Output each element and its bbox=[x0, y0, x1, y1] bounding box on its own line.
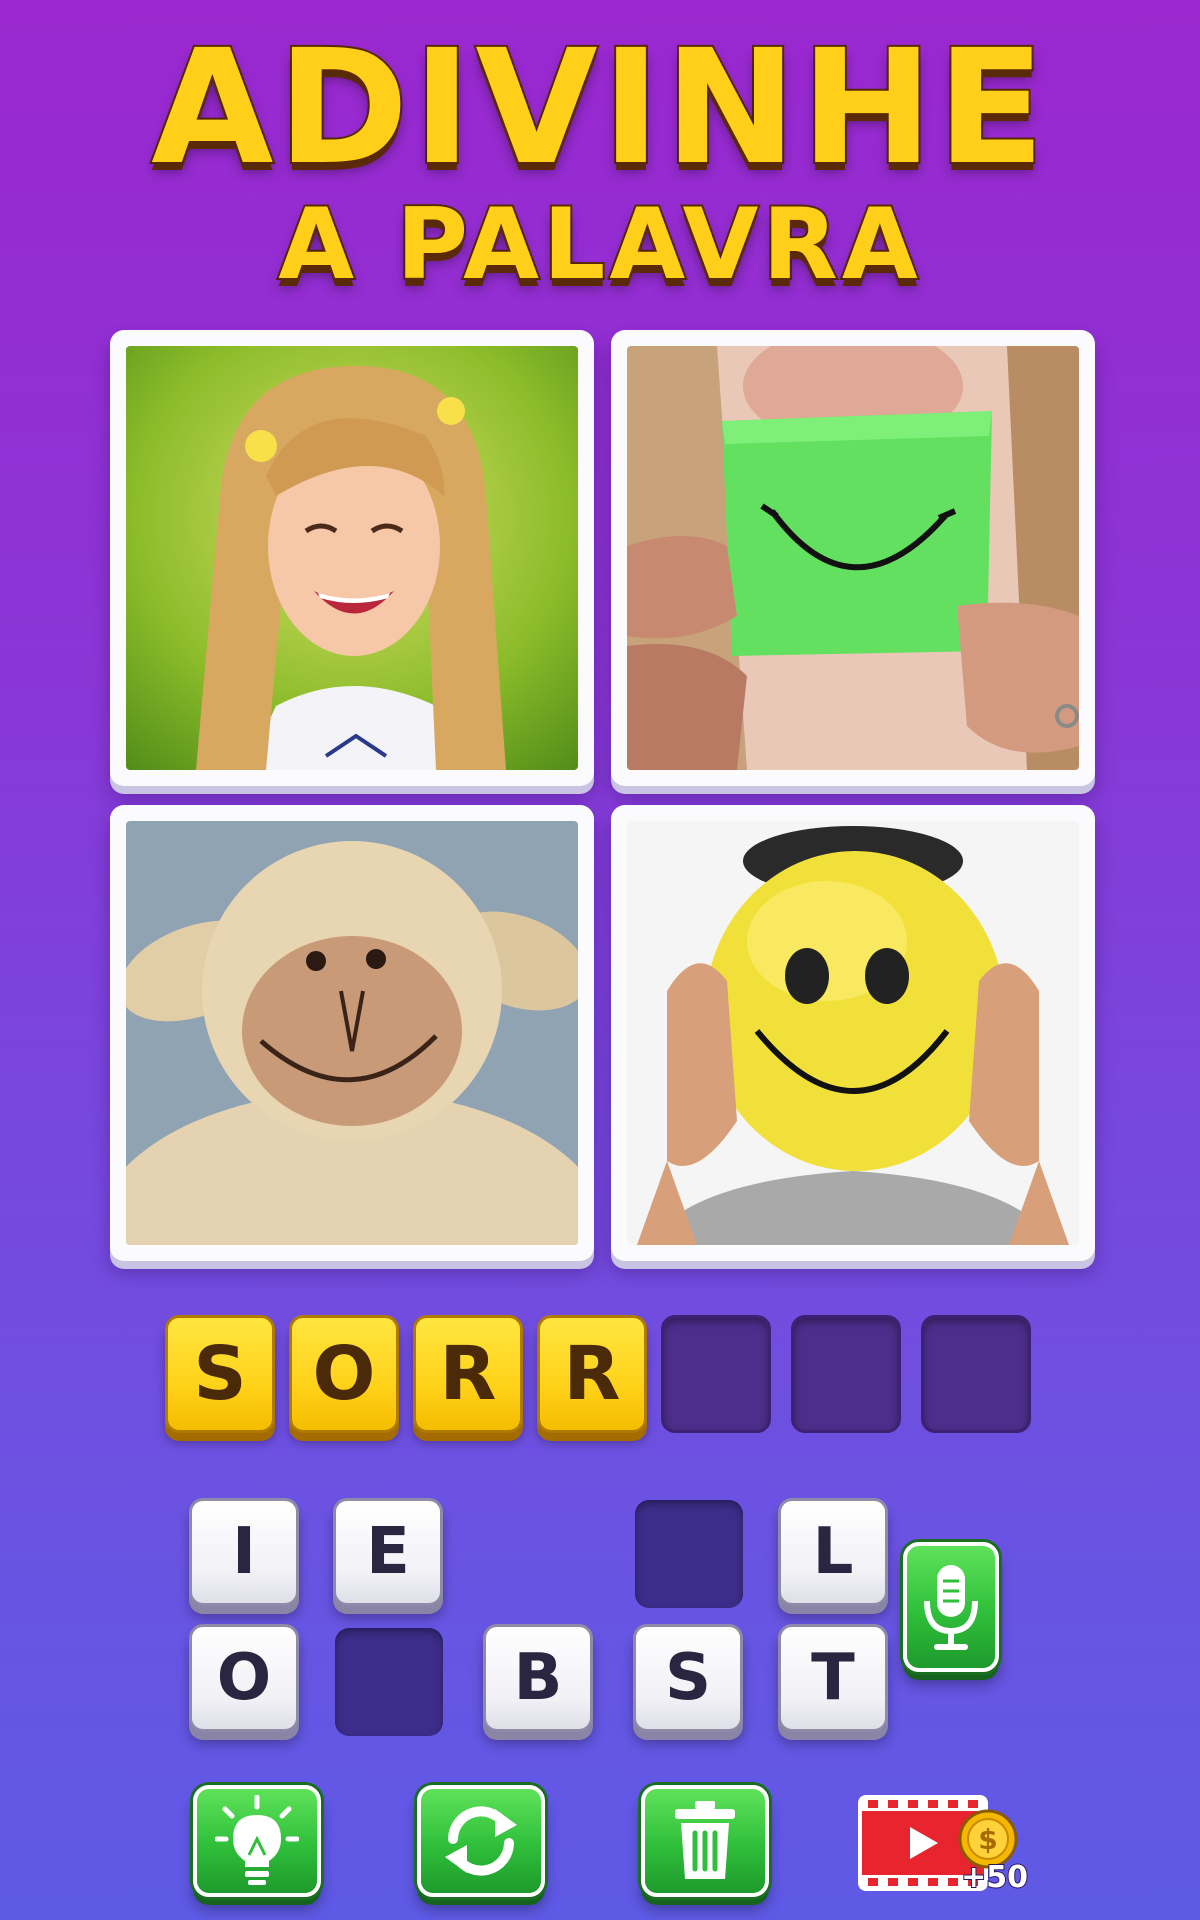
shuffle-icon bbox=[445, 1806, 517, 1876]
game-title-line-2: A PALAVRA bbox=[276, 188, 922, 302]
hint-button[interactable] bbox=[193, 1785, 321, 1897]
watch-video-bonus-button[interactable]: $ +50 bbox=[858, 1795, 1029, 1896]
letter-key-e[interactable]: E bbox=[333, 1498, 443, 1606]
microphone-button[interactable] bbox=[903, 1542, 999, 1672]
answer-slot-1[interactable]: S bbox=[165, 1315, 275, 1433]
plush-sheep-photo bbox=[126, 821, 578, 1245]
letter-key-b[interactable]: B bbox=[483, 1624, 593, 1732]
svg-text:$: $ bbox=[978, 1823, 997, 1856]
clue-picture-4[interactable] bbox=[611, 805, 1095, 1261]
letter-key-l[interactable]: L bbox=[778, 1498, 888, 1606]
answer-slot-3[interactable]: R bbox=[413, 1315, 523, 1433]
trash-icon bbox=[675, 1801, 735, 1879]
clue-picture-2[interactable] bbox=[611, 330, 1095, 786]
used-letter-key bbox=[335, 1628, 443, 1736]
answer-slot-5[interactable] bbox=[661, 1315, 771, 1433]
answer-slot-4[interactable]: R bbox=[537, 1315, 647, 1433]
shuffle-button[interactable] bbox=[417, 1785, 545, 1897]
letter-key-i[interactable]: I bbox=[189, 1498, 299, 1606]
letter-key-t[interactable]: T bbox=[778, 1624, 888, 1732]
answer-slot-6[interactable] bbox=[791, 1315, 901, 1433]
clue-picture-1[interactable] bbox=[110, 330, 594, 786]
clue-picture-3[interactable] bbox=[110, 805, 594, 1261]
laughing-girl-photo bbox=[126, 346, 578, 770]
microphone-icon bbox=[924, 1565, 978, 1650]
smiley-balloon-photo bbox=[627, 821, 1079, 1245]
game-title-line-1: ADIVINHE bbox=[149, 16, 1049, 200]
delete-button[interactable] bbox=[641, 1785, 769, 1897]
answer-slot-2[interactable]: O bbox=[289, 1315, 399, 1433]
answer-slot-7[interactable] bbox=[921, 1315, 1031, 1433]
bonus-coins-label: +50 bbox=[960, 1859, 1029, 1896]
letter-key-o[interactable]: O bbox=[189, 1624, 299, 1732]
used-letter-key bbox=[635, 1500, 743, 1608]
lightbulb-icon bbox=[215, 1795, 299, 1885]
paper-smile-photo bbox=[627, 346, 1079, 770]
letter-key-s[interactable]: S bbox=[633, 1624, 743, 1732]
